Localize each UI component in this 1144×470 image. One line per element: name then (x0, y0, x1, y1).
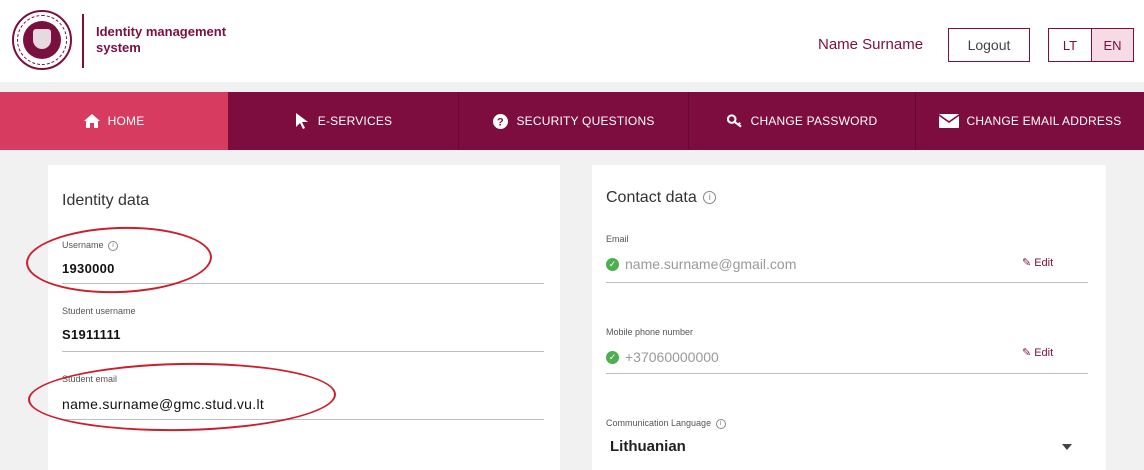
chevron-down-icon (1062, 444, 1072, 450)
nav-e-services-label: E-SERVICES (317, 114, 393, 128)
envelope-icon (938, 113, 959, 129)
email-label: Email (606, 234, 629, 244)
phone-field: ✓ +37060000000 (606, 349, 719, 365)
field-underline (62, 351, 544, 352)
nav-security-questions[interactable]: ? SECURITY QUESTIONS (459, 92, 688, 150)
main-nav: HOME E-SERVICES ? SECURITY QUESTIONS CHA… (0, 92, 1144, 150)
lang-lt-button[interactable]: LT (1049, 29, 1091, 61)
phone-label: Mobile phone number (606, 327, 694, 337)
phone-edit-label: Edit (1034, 346, 1054, 359)
language-label-text: Communication Language (606, 418, 712, 428)
annotation-ellipse-username (24, 223, 214, 297)
field-underline (606, 282, 1088, 283)
university-seal-logo[interactable] (12, 10, 72, 70)
phone-value: +37060000000 (625, 349, 719, 365)
info-icon[interactable]: i (715, 418, 726, 429)
nav-home-label: HOME (107, 114, 145, 128)
lang-en-button[interactable]: EN (1091, 29, 1133, 61)
key-icon (726, 113, 743, 129)
logout-button[interactable]: Logout (948, 28, 1030, 62)
language-switcher: LT EN (1048, 28, 1134, 62)
app-title: Identity management system (96, 24, 227, 55)
cursor-icon (294, 113, 310, 129)
nav-change-password[interactable]: CHANGE PASSWORD (689, 92, 915, 150)
nav-change-email-address-label: CHANGE EMAIL ADDRESS (966, 114, 1122, 128)
email-edit-button[interactable]: ✎ Edit (1022, 256, 1054, 270)
edit-icon: ✎ (1022, 257, 1032, 269)
contact-data-title: Contact data i (606, 189, 717, 207)
edit-icon: ✎ (1022, 347, 1032, 359)
svg-text:?: ? (497, 116, 504, 128)
email-field: ✓ name.surname@gmail.com (606, 256, 796, 272)
email-edit-label: Edit (1034, 256, 1054, 269)
seal-emblem (23, 21, 61, 59)
language-label: Communication Language i (606, 418, 726, 429)
student-username-label: Student username (62, 306, 136, 316)
nav-e-services[interactable]: E-SERVICES (228, 92, 458, 150)
contact-data-card: Contact data i Email ✓ name.surname@gmai… (592, 165, 1106, 470)
page-header: Identity management system Name Surname … (0, 0, 1144, 82)
home-icon (83, 113, 100, 129)
student-username-value: S1911111 (62, 327, 121, 342)
nav-security-questions-label: SECURITY QUESTIONS (516, 114, 655, 128)
verified-check-icon: ✓ (606, 257, 619, 271)
phone-edit-button[interactable]: ✎ Edit (1022, 346, 1054, 360)
identity-data-card: Identity data Username i 1930000 Student… (24, 165, 560, 470)
info-icon[interactable]: i (703, 191, 717, 205)
verified-check-icon: ✓ (606, 350, 619, 364)
user-name[interactable]: Name Surname (818, 36, 923, 53)
nav-change-email-address[interactable]: CHANGE EMAIL ADDRESS (916, 92, 1144, 150)
email-value: name.surname@gmail.com (625, 256, 797, 272)
annotation-ellipse-student-email (27, 360, 337, 434)
nav-home[interactable]: HOME (0, 92, 228, 150)
nav-change-password-label: CHANGE PASSWORD (750, 114, 878, 128)
question-icon: ? (492, 113, 508, 129)
contact-data-title-text: Contact data (606, 189, 697, 206)
field-underline (606, 373, 1088, 374)
language-select-value: Lithuanian (610, 438, 686, 455)
header-divider (82, 14, 84, 68)
identity-data-title: Identity data (62, 192, 150, 209)
